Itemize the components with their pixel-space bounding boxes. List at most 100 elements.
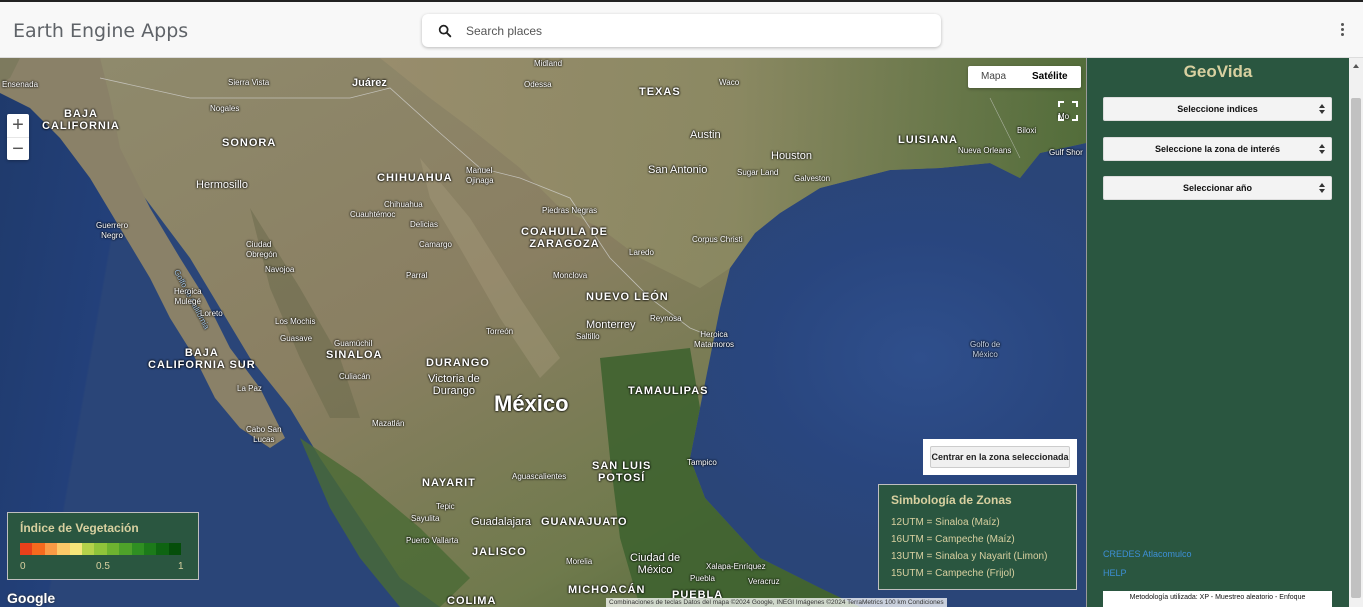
- map-label: Chihuahua: [384, 200, 423, 209]
- search-box[interactable]: [422, 14, 941, 47]
- map-label: Monterrey: [586, 319, 636, 331]
- map-label: Juárez: [352, 77, 387, 89]
- map-label: Morelia: [566, 557, 593, 566]
- search-input[interactable]: [466, 21, 926, 41]
- map-label: LUISIANA: [898, 134, 958, 146]
- vegetation-legend: Índice de Vegetación 0 0.5 1: [7, 512, 199, 580]
- map-label: Loreto: [200, 309, 223, 318]
- zone-legend-row: 12UTM = Sinaloa (Maíz): [891, 517, 1000, 528]
- map-label: La Paz: [237, 384, 262, 393]
- map-label: Tampico: [687, 458, 717, 467]
- ramp-swatch: [156, 543, 169, 555]
- ramp-swatch: [44, 543, 58, 555]
- scrollbar-thumb[interactable]: [1351, 98, 1361, 598]
- sidebar-title: GeoVida: [1183, 62, 1253, 81]
- ramp-swatch: [168, 543, 182, 555]
- vegetation-legend-title: Índice de Vegetación: [20, 521, 139, 535]
- credes-link[interactable]: CREDES Atlacomulco: [1103, 549, 1192, 559]
- map-label: Ensenada: [2, 80, 39, 89]
- more-vert-icon[interactable]: [1334, 21, 1350, 41]
- sidebar-scrollbar[interactable]: [1349, 58, 1363, 607]
- map-label: Golfo de México: [970, 340, 1001, 359]
- map-label: Tepic: [436, 502, 455, 511]
- map-label: Houston: [771, 150, 812, 162]
- select-year[interactable]: Seleccionar año: [1103, 176, 1332, 200]
- zoom-in-button[interactable]: +: [7, 114, 29, 137]
- map-label: NAYARIT: [422, 477, 476, 489]
- ramp-swatch: [106, 543, 120, 555]
- map-label: Reynosa: [650, 314, 682, 323]
- ramp-swatch: [32, 543, 45, 555]
- map-label: CHIHUAHUA: [377, 172, 453, 184]
- vegetation-color-ramp: [20, 543, 182, 555]
- center-zone-button[interactable]: Centrar en la zona seleccionada: [930, 446, 1070, 468]
- help-link[interactable]: HELP: [1103, 568, 1127, 578]
- map-label: Camargo: [419, 240, 452, 249]
- select-label: Seleccione la zona de interés: [1154, 144, 1281, 154]
- center-button-panel: Centrar en la zona seleccionada: [923, 439, 1077, 475]
- ramp-swatch: [57, 543, 70, 555]
- map-type-map-button[interactable]: Mapa: [968, 66, 1019, 88]
- map-label: Los Mochis: [275, 317, 316, 326]
- scroll-up-icon[interactable]: [1353, 64, 1359, 68]
- app-title[interactable]: Earth Engine Apps: [13, 20, 188, 42]
- map-label: Nogales: [210, 104, 240, 113]
- map-label: Galveston: [794, 174, 831, 183]
- map-type-satellite-button[interactable]: Satélite: [1019, 66, 1081, 88]
- zone-legend-row: 13UTM = Sinaloa y Nayarit (Limon): [891, 551, 1048, 562]
- map-label: SINALOA: [326, 349, 383, 361]
- map-label: Navojoa: [265, 265, 295, 274]
- map-label: Laredo: [629, 248, 654, 257]
- map-label: SAN LUIS POTOSÍ: [592, 460, 652, 484]
- map-label: COLIMA: [447, 595, 497, 607]
- map-label: Sierra Vista: [228, 78, 270, 87]
- map-label: Culiacán: [339, 372, 371, 381]
- map-label: Parral: [406, 271, 428, 280]
- methodology-text: Metodología utilizada: XP - Muestreo ale…: [1103, 591, 1332, 607]
- map-label: Puerto Vallarta: [406, 536, 459, 545]
- map-label: Guerrero Negro: [96, 221, 129, 240]
- map-label: BAJA CALIFORNIA: [42, 108, 120, 132]
- ramp-swatch: [94, 543, 107, 555]
- map-label: Mazatlán: [372, 419, 405, 428]
- search-icon[interactable]: [437, 23, 453, 39]
- map-label: Corpus Christi: [692, 235, 743, 244]
- map-label: Guasave: [280, 334, 313, 343]
- sidebar-panel: GeoVida Seleccione indices Seleccione la…: [1086, 58, 1349, 607]
- zoom-out-button[interactable]: −: [7, 137, 29, 160]
- map-label: Ciudad de México: [630, 552, 681, 576]
- map-label: Odessa: [524, 80, 552, 89]
- select-indices[interactable]: Seleccione indices: [1103, 97, 1332, 121]
- map-attribution[interactable]: Combinaciones de teclas Datos del mapa ©…: [606, 598, 947, 607]
- map-label: NUEVO LEÓN: [586, 291, 669, 303]
- select-label: Seleccione indices: [1177, 104, 1258, 114]
- map-label: Saltillo: [576, 332, 600, 341]
- map-label: MICHOACÁN: [568, 584, 646, 596]
- map-label: Torreón: [486, 327, 514, 336]
- map-label: Monclova: [553, 271, 588, 280]
- map-label: COAHUILA DE ZARAGOZA: [521, 226, 608, 250]
- map-canvas[interactable]: Ensenada Sierra Vista Nogales Juárez Mid…: [0, 58, 1086, 607]
- map-label: Sayulita: [411, 514, 440, 523]
- map-label: Gulf Shor: [1049, 148, 1083, 157]
- map-label: Cuauhtémoc: [350, 210, 396, 219]
- zone-legend: Simbología de Zonas 12UTM = Sinaloa (Maí…: [878, 484, 1077, 590]
- map-label: Piedras Negras: [542, 206, 598, 215]
- map-label: México: [494, 391, 569, 416]
- map-label: Victoria de Durango: [428, 373, 480, 397]
- fullscreen-icon[interactable]: [1057, 100, 1079, 122]
- zoom-control: + −: [7, 114, 29, 160]
- map-label: DURANGO: [426, 357, 490, 369]
- map-label: Aguascalientes: [512, 472, 567, 481]
- select-zone[interactable]: Seleccione la zona de interés: [1103, 137, 1332, 161]
- map-label: Nueva Orleans: [958, 146, 1012, 155]
- map-label: Hermosillo: [196, 179, 248, 191]
- map-label: Veracruz: [748, 577, 780, 586]
- map-label: GUANAJUATO: [541, 516, 628, 528]
- map-label: TEXAS: [639, 86, 681, 98]
- ramp-swatch: [131, 543, 144, 555]
- ramp-swatch: [81, 543, 95, 555]
- map-label: JALISCO: [472, 546, 527, 558]
- map-label: SONORA: [222, 137, 277, 149]
- map-label: Delicias: [410, 220, 439, 229]
